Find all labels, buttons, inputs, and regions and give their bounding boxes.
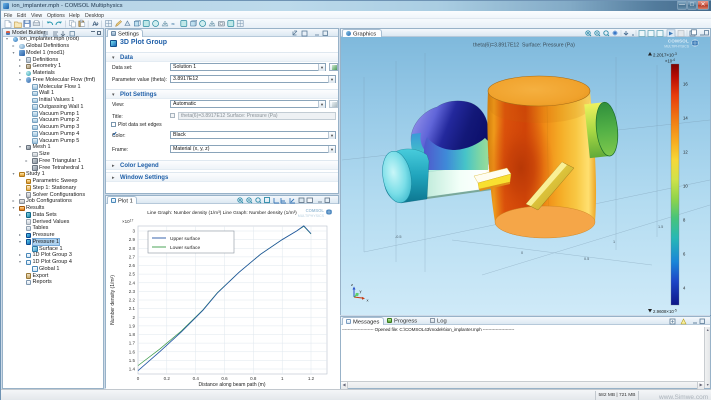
svg-text:Distance along beam path (m): Distance along beam path (m) bbox=[199, 382, 266, 388]
svg-text:14: 14 bbox=[683, 116, 688, 121]
svg-text:0.6: 0.6 bbox=[221, 376, 228, 381]
svg-text:MULTIPHYSICS: MULTIPHYSICS bbox=[298, 214, 325, 218]
svg-text:16: 16 bbox=[683, 82, 688, 87]
svg-text:theta(6)=3.8917E12 Surface: P: theta(6)=3.8917E12 Surface: Pressure (Pa… bbox=[473, 43, 575, 49]
svg-text:1: 1 bbox=[281, 376, 284, 381]
svg-text:12: 12 bbox=[683, 150, 688, 155]
svg-text:z: z bbox=[351, 282, 353, 287]
svg-text:MULTIPHYSICS: MULTIPHYSICS bbox=[664, 45, 690, 49]
svg-text:2.9: 2.9 bbox=[129, 237, 136, 242]
svg-text:1.6: 1.6 bbox=[129, 349, 136, 354]
svg-text:×1017: ×1017 bbox=[122, 219, 134, 225]
svg-text:0.8: 0.8 bbox=[250, 376, 257, 381]
svg-text:1.5: 1.5 bbox=[129, 358, 136, 363]
svg-text:2.7: 2.7 bbox=[129, 255, 136, 260]
svg-text:2.2017×10-3: 2.2017×10-3 bbox=[653, 52, 677, 58]
svg-text:2.5: 2.5 bbox=[129, 272, 136, 277]
svg-text:Upper surface: Upper surface bbox=[170, 236, 200, 242]
svg-text:1.4: 1.4 bbox=[129, 367, 136, 372]
svg-text:0: 0 bbox=[521, 251, 523, 255]
svg-text:COMSOL: COMSOL bbox=[306, 208, 325, 213]
svg-text:1.7: 1.7 bbox=[129, 341, 136, 346]
svg-text:0.2: 0.2 bbox=[164, 376, 171, 381]
svg-text:x: x bbox=[367, 298, 369, 303]
svg-text:2.8: 2.8 bbox=[129, 246, 136, 251]
svg-text:-0.5: -0.5 bbox=[395, 235, 402, 239]
svg-text:1.8: 1.8 bbox=[129, 332, 136, 337]
svg-text:2.3: 2.3 bbox=[129, 289, 136, 294]
svg-text:COMSOL: COMSOL bbox=[668, 39, 689, 44]
svg-text:2.1: 2.1 bbox=[129, 306, 136, 311]
svg-text:2.4: 2.4 bbox=[129, 280, 136, 285]
svg-text:10: 10 bbox=[683, 184, 688, 189]
svg-text:2: 2 bbox=[132, 315, 135, 320]
svg-text:Lower surface: Lower surface bbox=[170, 245, 200, 251]
svg-text:0.5: 0.5 bbox=[584, 257, 589, 261]
svg-text:Number density (1/m³): Number density (1/m³) bbox=[110, 275, 116, 325]
svg-text:y: y bbox=[360, 289, 362, 294]
svg-text:2.9608×10-5: 2.9608×10-5 bbox=[653, 309, 677, 315]
svg-text:0.4: 0.4 bbox=[193, 376, 200, 381]
svg-text:1.5: 1.5 bbox=[658, 225, 663, 229]
svg-text:1.2: 1.2 bbox=[308, 376, 315, 381]
svg-text:0: 0 bbox=[137, 376, 140, 381]
svg-text:2.6: 2.6 bbox=[129, 263, 136, 268]
svg-text:1: 1 bbox=[613, 240, 615, 244]
svg-text:2.2: 2.2 bbox=[129, 298, 136, 303]
svg-text:3: 3 bbox=[132, 229, 135, 234]
svg-text:1.9: 1.9 bbox=[129, 324, 136, 329]
svg-text:Line Graph: Number density (1/: Line Graph: Number density (1/m³) Line G… bbox=[147, 210, 297, 216]
